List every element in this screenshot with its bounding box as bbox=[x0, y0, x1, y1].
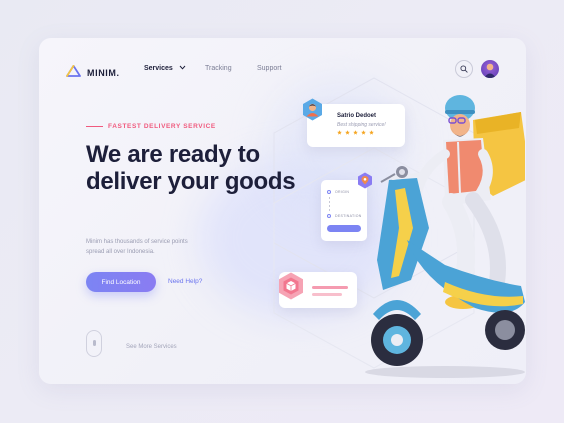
mouse-scroll-icon[interactable] bbox=[86, 330, 102, 357]
chevron-down-icon bbox=[173, 65, 186, 72]
eyebrow: FASTEST DELIVERY SERVICE bbox=[86, 123, 216, 130]
nav-tracking[interactable]: Tracking bbox=[205, 65, 232, 72]
find-location-button[interactable]: Find Location bbox=[86, 272, 156, 292]
nav-services[interactable]: Services bbox=[144, 65, 186, 72]
need-help-link[interactable]: Need Help? bbox=[168, 278, 202, 285]
package-icon bbox=[279, 272, 303, 300]
nav-services-label: Services bbox=[144, 65, 173, 72]
eyebrow-line bbox=[86, 126, 103, 127]
courier-scooter-illustration bbox=[365, 95, 525, 378]
page-title: We are ready to deliver your goods bbox=[86, 141, 296, 195]
see-more-services-link[interactable]: See More Services bbox=[126, 344, 177, 350]
eyebrow-text: FASTEST DELIVERY SERVICE bbox=[108, 123, 216, 130]
scroll-wheel bbox=[93, 340, 96, 346]
brand-name: MINIM. bbox=[87, 68, 120, 78]
hero-subtext: Minim has thousands of service points sp… bbox=[86, 239, 188, 255]
triangle-logo-icon bbox=[66, 64, 81, 82]
nav-support[interactable]: Support bbox=[257, 65, 282, 72]
courier-avatar bbox=[303, 98, 322, 121]
brand-logo[interactable]: MINIM. bbox=[66, 64, 120, 82]
